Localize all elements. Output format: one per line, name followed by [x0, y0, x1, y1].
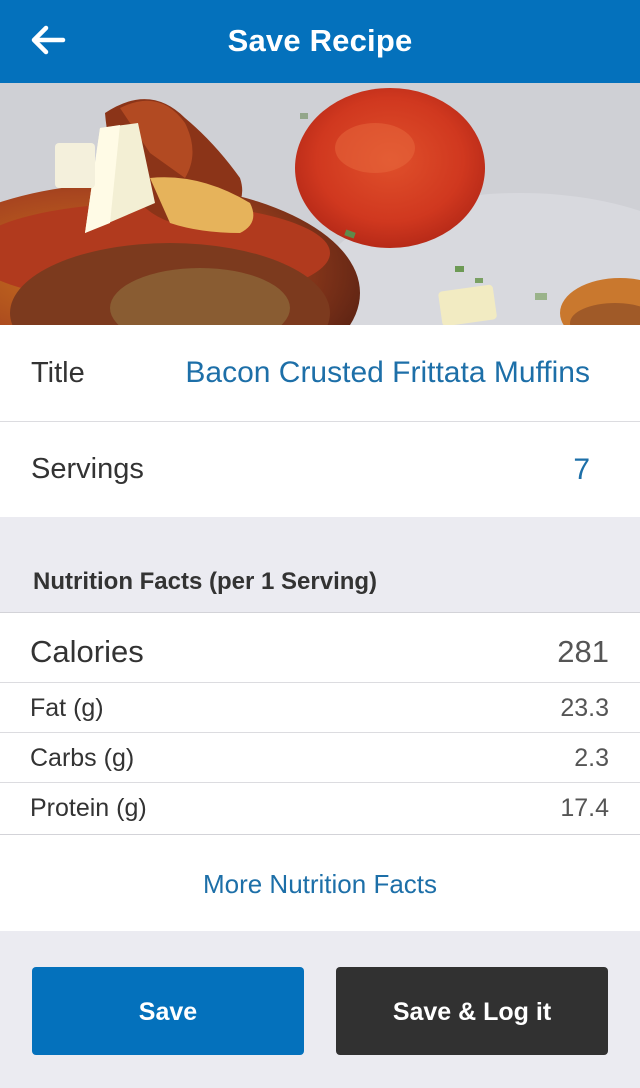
- servings-field[interactable]: 7: [573, 422, 590, 517]
- calories-label: Calories: [30, 634, 144, 669]
- recipe-photo: [0, 83, 640, 325]
- servings-row[interactable]: Servings 7: [0, 422, 640, 517]
- carbs-row: Carbs (g) 2.3: [0, 733, 640, 783]
- carbs-label: Carbs (g): [30, 744, 135, 772]
- save-and-log-button[interactable]: Save & Log it: [336, 967, 608, 1055]
- nutrition-heading: Nutrition Facts (per 1 Serving): [33, 568, 378, 595]
- title-row[interactable]: Title Bacon Crusted Frittata Muffins: [0, 325, 640, 422]
- calories-row: Calories 281: [0, 613, 640, 683]
- protein-value: 17.4: [560, 794, 609, 822]
- protein-label: Protein (g): [30, 794, 147, 822]
- title-field[interactable]: Bacon Crusted Frittata Muffins: [185, 325, 590, 421]
- save-button[interactable]: Save: [32, 967, 304, 1055]
- more-nutrition-facts-link[interactable]: More Nutrition Facts: [0, 835, 640, 931]
- page-title: Save Recipe: [227, 23, 413, 58]
- servings-label: Servings: [31, 453, 144, 485]
- protein-row: Protein (g) 17.4: [0, 783, 640, 833]
- carbs-value: 2.3: [574, 744, 609, 772]
- nutrition-table: Calories 281 Fat (g) 23.3 Carbs (g) 2.3 …: [0, 612, 640, 835]
- app-header: Save Recipe: [0, 0, 640, 83]
- title-label: Title: [31, 357, 85, 389]
- fat-value: 23.3: [560, 694, 609, 722]
- fat-row: Fat (g) 23.3: [0, 683, 640, 733]
- fat-label: Fat (g): [30, 694, 104, 722]
- calories-value: 281: [557, 634, 609, 669]
